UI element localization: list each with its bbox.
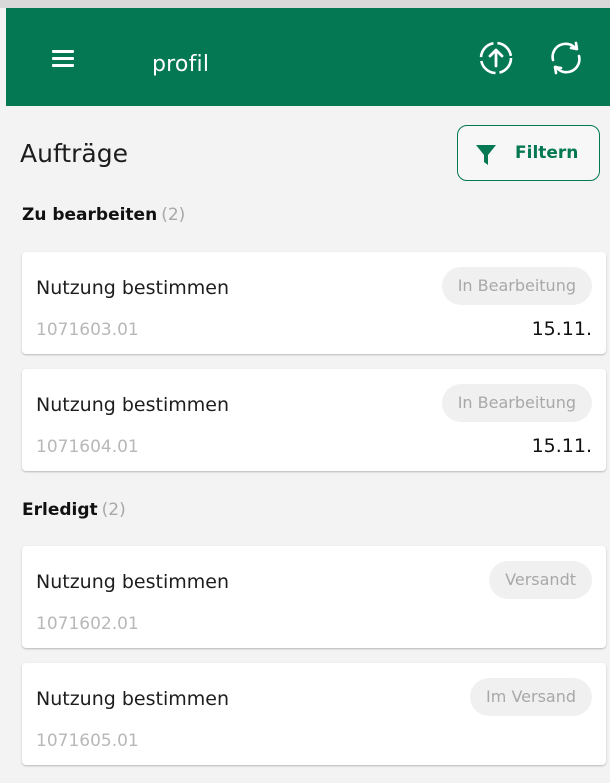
order-title: Nutzung bestimmen	[36, 394, 229, 416]
section-label: Erledigt	[22, 500, 98, 520]
app-bar: profil	[6, 8, 610, 106]
order-card[interactable]: Nutzung bestimmen In Bearbeitung 1071603…	[22, 252, 606, 354]
status-badge: Im Versand	[470, 678, 592, 716]
section-heading-done: Erledigt (2)	[22, 500, 126, 520]
hamburger-menu-icon[interactable]	[52, 50, 78, 70]
order-date: 15.11.	[531, 318, 592, 340]
order-date: 15.11.	[531, 435, 592, 457]
section-count: (2)	[101, 500, 126, 520]
status-badge: In Bearbeitung	[441, 384, 592, 422]
order-id: 1071602.01	[36, 614, 139, 634]
filter-button[interactable]: Filtern	[457, 125, 600, 181]
order-card[interactable]: Nutzung bestimmen In Bearbeitung 1071604…	[22, 369, 606, 471]
section-count: (2)	[161, 205, 186, 225]
status-strip	[0, 0, 610, 8]
sync-icon[interactable]	[546, 38, 586, 78]
order-id: 1071603.01	[36, 320, 139, 340]
section-label: Zu bearbeiten	[22, 205, 158, 225]
order-title: Nutzung bestimmen	[36, 571, 229, 593]
order-card[interactable]: Nutzung bestimmen Im Versand 1071605.01	[22, 663, 606, 765]
order-id: 1071605.01	[36, 731, 139, 751]
upload-circle-icon[interactable]	[476, 38, 516, 78]
order-id: 1071604.01	[36, 437, 139, 457]
filter-button-label: Filtern	[515, 143, 579, 163]
status-badge: In Bearbeitung	[441, 267, 592, 305]
status-badge: Versandt	[489, 561, 592, 599]
section-heading-to-do: Zu bearbeiten (2)	[22, 205, 185, 225]
order-card[interactable]: Nutzung bestimmen Versandt 1071602.01	[22, 546, 606, 648]
funnel-icon	[475, 144, 497, 166]
order-title: Nutzung bestimmen	[36, 277, 229, 299]
app-screen: profil Aufträge Filtern Zu bearbeiten (2…	[0, 0, 610, 783]
page-title: Aufträge	[20, 139, 128, 168]
order-title: Nutzung bestimmen	[36, 688, 229, 710]
app-title: profil	[152, 52, 210, 77]
